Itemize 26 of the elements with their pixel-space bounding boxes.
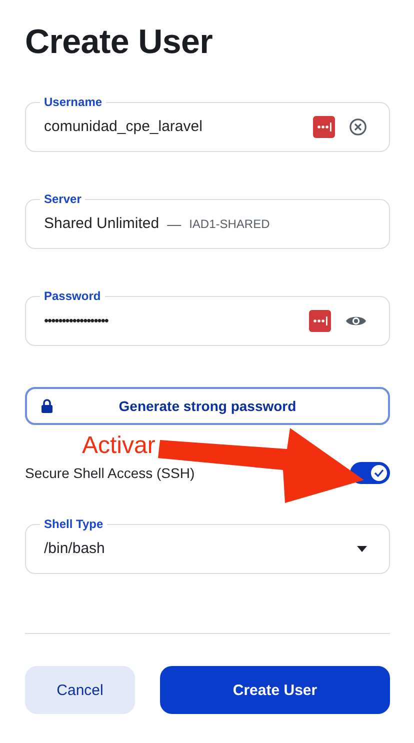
field-label: Server xyxy=(43,193,82,205)
shell-select[interactable]: Shell Type /bin/bash xyxy=(25,518,390,574)
password-value: •••••••••••••••••• xyxy=(44,313,108,328)
cancel-button[interactable]: Cancel xyxy=(25,666,135,714)
lock-icon xyxy=(41,399,53,413)
input-field[interactable]: Username comunidad_cpe_laravel xyxy=(25,96,390,152)
field-value: comunidad_cpe_laravel xyxy=(44,118,202,135)
annotation-text: Activar xyxy=(82,432,156,460)
field-value: Shared Unlimited xyxy=(44,215,160,232)
field-label: Password xyxy=(43,290,102,302)
field-label: Username xyxy=(43,96,104,108)
check-icon xyxy=(374,469,384,477)
clear-icon[interactable] xyxy=(349,118,367,136)
generate-password-button[interactable]: Generate strong password xyxy=(25,387,390,425)
page-title: Create User xyxy=(25,22,214,63)
field-label: Shell Type xyxy=(43,518,104,530)
input-field[interactable]: Password •••••••••••••••••• xyxy=(25,290,390,346)
input-field[interactable]: Server Shared Unlimited — IAD1-SHARED xyxy=(25,193,390,249)
server-detail: IAD1-SHARED xyxy=(189,216,270,230)
separator-dash: — xyxy=(167,216,182,232)
password-manager-icon[interactable] xyxy=(309,310,331,332)
caret-icon[interactable] xyxy=(357,546,367,552)
select-value: /bin/bash xyxy=(44,540,105,557)
ssh-label: Secure Shell Access (SSH) xyxy=(25,465,195,481)
create-user-button[interactable]: Create User xyxy=(160,666,390,714)
password-manager-icon[interactable] xyxy=(313,116,335,138)
